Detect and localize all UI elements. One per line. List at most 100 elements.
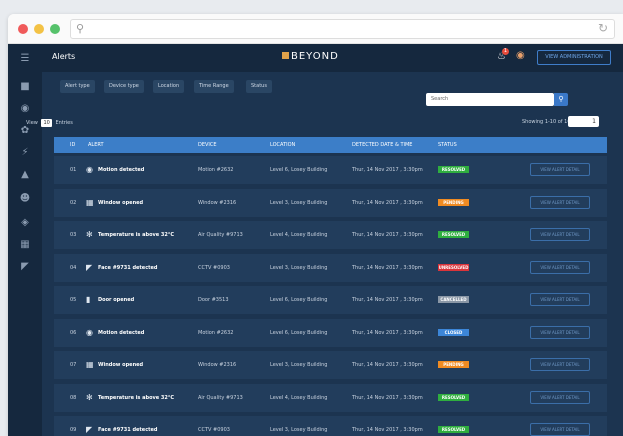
users-icon[interactable]: ☻ <box>17 192 33 206</box>
window-icon: ▦ <box>86 197 94 207</box>
row-detected-time: Thur, 14 Nov 2017 , 3:30pm <box>352 232 423 238</box>
row-id: 05 <box>70 297 77 303</box>
row-detected-time: Thur, 14 Nov 2017 , 3:30pm <box>352 199 423 206</box>
view-alert-detail-button[interactable]: VIEW ALERT DETAIL <box>530 423 590 436</box>
column-detected-time[interactable]: DETECTED DATE & TIME <box>352 142 412 148</box>
status-badge: UNRESOLVED <box>438 263 469 271</box>
table-row[interactable]: 08 ✻ Temperature is above 32°C Air Quality … <box>54 383 607 412</box>
view-alert-detail-button[interactable]: VIEW ALERT DETAIL <box>530 358 590 371</box>
table-row[interactable]: 03 ✻ Temperature is above 32°C Air Quality … <box>54 221 607 249</box>
showing-count: Showing 1-10 of 100 <box>522 119 574 125</box>
row-device: Air Quality #9713 <box>198 232 243 238</box>
table-row[interactable]: 02 ▦ Window opened Window #2316 Level 3, Los… <box>54 188 607 217</box>
row-location: Level 6, Losey Building <box>270 329 328 336</box>
camera-icon: ◤ <box>86 425 93 434</box>
brand-name: BEYOND <box>291 51 339 62</box>
status-badge: CANCELLED <box>438 296 469 303</box>
view-alert-detail-button[interactable]: VIEW ALERT DETAIL <box>530 163 590 176</box>
row-location: Level 3, Losey Building <box>270 199 328 206</box>
column-status[interactable]: STATUS <box>438 142 457 148</box>
row-detected-time: Thur, 14 Nov 2017 , 3:30pm <box>352 264 423 271</box>
row-alert: Motion detected <box>98 329 145 336</box>
address-bar[interactable]: ⚲ ↻ <box>70 19 615 39</box>
menu-icon[interactable]: ☰ <box>17 52 33 66</box>
table-header: ID ALERT DEVICE LOCATION DETECTED DATE &… <box>54 137 607 153</box>
notification-badge: 1 <box>502 48 509 55</box>
camera-icon[interactable]: ◤ <box>17 260 33 274</box>
table-row[interactable]: 04 ◤ Face #9731 detected CCTV #0903 Level 3,… <box>54 253 607 282</box>
view-alert-detail-button[interactable]: VIEW ALERT DETAIL <box>530 293 590 306</box>
entries-select[interactable]: 10 <box>41 119 52 127</box>
view-label: View <box>26 120 38 126</box>
row-device: Motion #2632 <box>198 329 234 336</box>
row-device: Door #3513 <box>198 297 229 303</box>
window-icon[interactable]: ▦ <box>17 238 33 252</box>
table-row[interactable]: 09 ◤ Face #9731 detected CCTV #0903 Level 3,… <box>54 416 607 436</box>
table-row[interactable]: 06 ◉ Motion detected Motion #2632 Level 6, L… <box>54 318 607 347</box>
row-detected-time: Thur, 14 Nov 2017 , 3:30pm <box>352 329 423 336</box>
status-badge: RESOLVED <box>438 231 469 238</box>
status-badge: RESOLVED <box>438 166 469 173</box>
filter-status[interactable]: Status <box>246 80 272 93</box>
row-id: 01 <box>70 167 77 173</box>
motion-icon: ◉ <box>86 165 93 174</box>
row-device: Window #2316 <box>198 362 237 368</box>
brand-logo: BEYOND <box>282 51 339 62</box>
view-alert-detail-button[interactable]: VIEW ALERT DETAIL <box>530 228 590 241</box>
row-id: 06 <box>70 329 77 336</box>
view-administration-button[interactable]: VIEW ADMINISTRATION <box>537 50 611 65</box>
row-alert: Motion detected <box>98 167 145 173</box>
row-detected-time: Thur, 14 Nov 2017 , 3:30pm <box>352 427 423 433</box>
status-badge: RESOLVED <box>438 393 469 401</box>
avatar[interactable]: ◉ <box>516 50 525 61</box>
row-device: Air Quality #9713 <box>198 394 243 401</box>
filter-device-type[interactable]: Device type <box>104 80 144 93</box>
table-row[interactable]: 05 ▮ Door opened Door #3513 Level 6, Losey B… <box>54 286 607 314</box>
row-location: Level 4, Losey Building <box>270 394 328 401</box>
row-id: 02 <box>70 199 77 206</box>
filter-location[interactable]: Location <box>153 80 185 93</box>
row-alert: Temperature is above 32°C <box>98 232 175 238</box>
row-alert: Window opened <box>98 199 144 206</box>
view-alert-detail-button[interactable]: VIEW ALERT DETAIL <box>530 260 590 274</box>
row-detected-time: Thur, 14 Nov 2017 , 3:30pm <box>352 167 423 173</box>
close-window-icon[interactable] <box>18 23 28 34</box>
door-icon: ▮ <box>86 295 91 304</box>
table-row[interactable]: 07 ▦ Window opened Window #2316 Level 3, Los… <box>54 351 607 379</box>
filter-alert-type[interactable]: Alert type <box>60 80 95 93</box>
row-device: Motion #2632 <box>198 167 234 173</box>
view-alert-detail-button[interactable]: VIEW ALERT DETAIL <box>530 195 590 209</box>
table-row[interactable]: 01 ◉ Motion detected Motion #2632 Level 6, L… <box>54 156 607 184</box>
maximize-window-icon[interactable] <box>50 23 60 34</box>
motion-icon[interactable]: ◉ <box>17 102 33 116</box>
power-icon[interactable]: ⚡ <box>17 146 33 160</box>
fire-icon[interactable]: ▲ <box>17 168 33 182</box>
row-device: Window #2316 <box>198 199 237 206</box>
minimize-window-icon[interactable] <box>34 23 44 34</box>
filter-time-range[interactable]: Time Range <box>194 80 234 93</box>
column-device[interactable]: DEVICE <box>198 142 217 148</box>
view-alert-detail-button[interactable]: VIEW ALERT DETAIL <box>530 390 590 404</box>
view-alert-detail-button[interactable]: VIEW ALERT DETAIL <box>530 325 590 339</box>
window-icon: ▦ <box>86 360 94 369</box>
app: ☰ ■ ◉ ✿ ⚡ ▲ ☻ ◈ ▦ ◤ Alerts BEYOND ♨ 1 ◉ … <box>8 44 623 436</box>
page-select[interactable]: 1 <box>568 116 599 127</box>
building-icon[interactable]: ■ <box>17 80 33 94</box>
column-alert[interactable]: ALERT <box>88 142 104 148</box>
reload-icon[interactable]: ↻ <box>598 21 608 35</box>
row-alert: Face #9731 detected <box>98 264 158 271</box>
row-detected-time: Thur, 14 Nov 2017 , 3:30pm <box>352 362 423 368</box>
entries-label: Entries <box>55 120 73 126</box>
row-id: 04 <box>70 264 77 271</box>
search-button[interactable]: ⚲ <box>554 93 568 106</box>
row-id: 03 <box>70 232 77 238</box>
column-id[interactable]: ID <box>70 142 75 148</box>
temperature-icon: ✻ <box>86 230 93 239</box>
status-badge: PENDING <box>438 198 469 206</box>
shield-icon[interactable]: ◈ <box>17 216 33 230</box>
row-id: 08 <box>70 394 77 401</box>
row-device: CCTV #0903 <box>198 427 230 433</box>
search-input[interactable]: Search <box>426 93 554 106</box>
row-location: Level 4, Losey Building <box>270 232 328 238</box>
column-location[interactable]: LOCATION <box>270 142 295 148</box>
